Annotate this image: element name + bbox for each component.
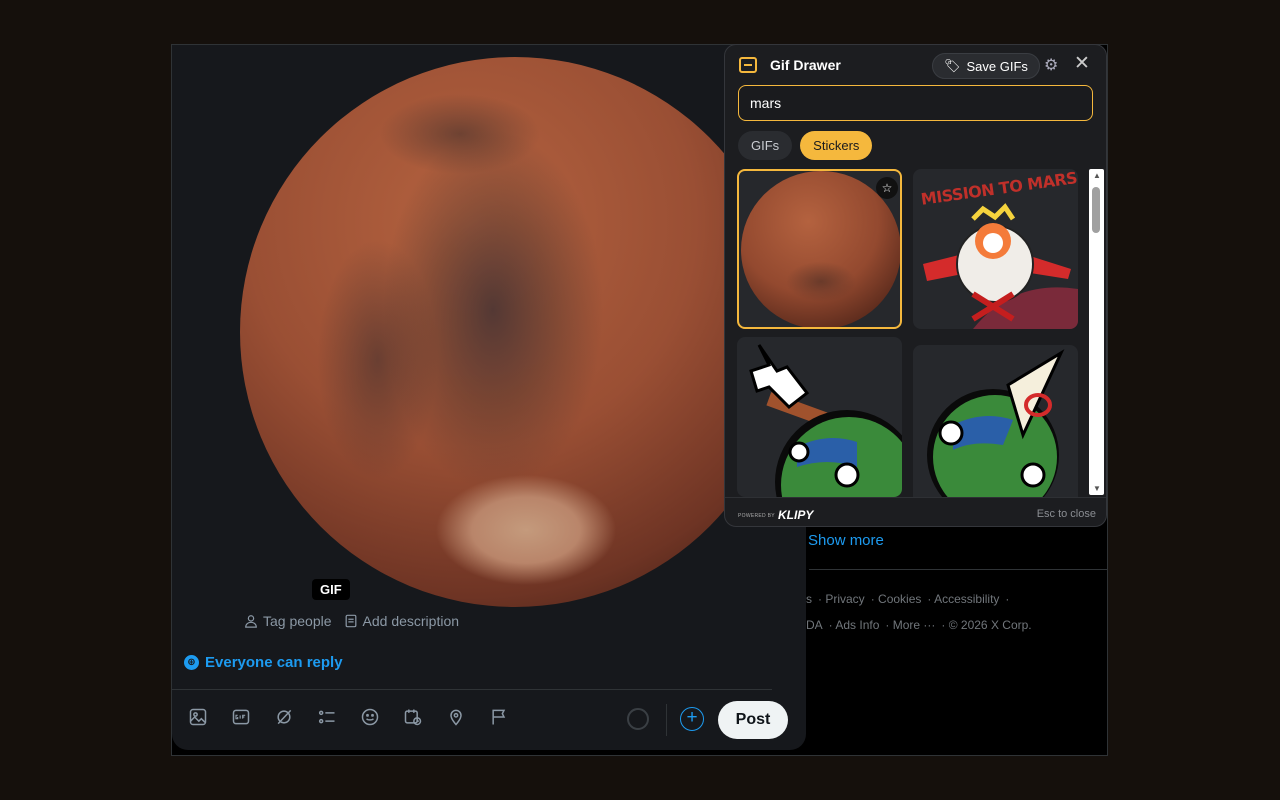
star-icon[interactable]: ☆ [876,177,898,199]
footer-link[interactable]: s [806,592,812,606]
composer-divider [172,689,772,690]
gif-search-input[interactable] [738,85,1093,121]
footer-copyright: © 2026 X Corp. [948,618,1032,632]
gif-icon[interactable] [229,705,253,729]
post-button[interactable]: Post [718,701,788,739]
klipy-logo: KLIPY [778,508,814,522]
emoji-icon[interactable] [358,705,382,729]
footer-link[interactable]: Ads Info [835,618,879,632]
character-progress-ring [627,708,649,730]
add-description-button[interactable]: Add description [344,613,459,629]
add-post-button[interactable]: + [680,707,704,731]
sticker-result-mars[interactable]: ☆ [737,169,902,329]
save-gifs-button[interactable]: 🏷 Save GIFs [932,53,1040,79]
gear-icon[interactable]: ⚙ [1044,55,1058,75]
gif-badge: GIF [312,579,350,600]
composer-toolbar [186,705,511,729]
toolbar-separator [666,704,667,736]
sticker-result-pointing-ball[interactable] [737,337,902,497]
tag-icon: 🏷 [944,58,961,73]
party-planet-sticker-image [927,349,1065,497]
sticker-result-party-ball[interactable] [913,345,1078,497]
show-more-link[interactable]: Show more [808,532,884,549]
mars-sticker-image [741,171,900,327]
globe-icon: ⊕ [184,655,199,670]
esc-hint: Esc to close [1036,508,1096,520]
footer-link[interactable]: More ··· [893,618,936,632]
post-composer: GIF Tag people Add description ⊕ Everyon… [172,45,806,750]
attached-gif[interactable]: GIF [232,53,792,613]
sticker-result-mission-to-mars[interactable]: MISSION TO MARS [913,169,1078,329]
tag-people-button[interactable]: Tag people [244,613,332,629]
document-icon [345,614,356,628]
scrollbar-thumb[interactable] [1092,187,1100,233]
tab-stickers[interactable]: Stickers [800,131,873,160]
drawer-header: Gif Drawer 🏷 Save GIFs ⚙ ✕ [739,52,1094,83]
poll-icon[interactable] [315,705,339,729]
drawer-logo-icon [739,57,757,73]
sticker-results-grid: ☆ MISSION TO MARS [737,169,1079,497]
drawer-tabs: GIFs Stickers [738,131,873,160]
media-actions: Tag people Add description [244,613,459,629]
image-icon[interactable] [186,705,210,729]
schedule-icon[interactable] [401,705,425,729]
person-icon [245,615,257,628]
drawer-title: Gif Drawer [770,57,841,73]
results-scrollbar[interactable]: ▲ ▼ [1089,169,1104,495]
footer-link[interactable]: Privacy [825,592,864,606]
scroll-up-arrow-icon[interactable]: ▲ [1093,171,1101,180]
footer-links: s · Privacy · Cookies · Accessibility · DA · … [806,592,1032,632]
footer-link[interactable]: DA [806,618,823,632]
location-icon[interactable] [444,705,468,729]
tab-gifs[interactable]: GIFs [738,131,793,160]
flag-icon[interactable] [487,705,511,729]
drawer-footer: POWERED BY KLIPY Esc to close [725,497,1106,526]
powered-by-label: POWERED BY [738,513,775,519]
gif-drawer-panel: Gif Drawer 🏷 Save GIFs ⚙ ✕ GIFs Stickers… [724,44,1107,527]
footer-link[interactable]: Accessibility [934,592,999,606]
pointing-planet-sticker-image [749,344,902,497]
scroll-down-arrow-icon[interactable]: ▼ [1093,484,1101,493]
grok-icon[interactable] [272,705,296,729]
reply-setting-button[interactable]: ⊕ Everyone can reply [184,654,343,671]
mars-gif-image [240,57,790,607]
background-divider [809,569,1107,570]
close-icon[interactable]: ✕ [1074,52,1090,75]
footer-link[interactable]: Cookies [878,592,921,606]
